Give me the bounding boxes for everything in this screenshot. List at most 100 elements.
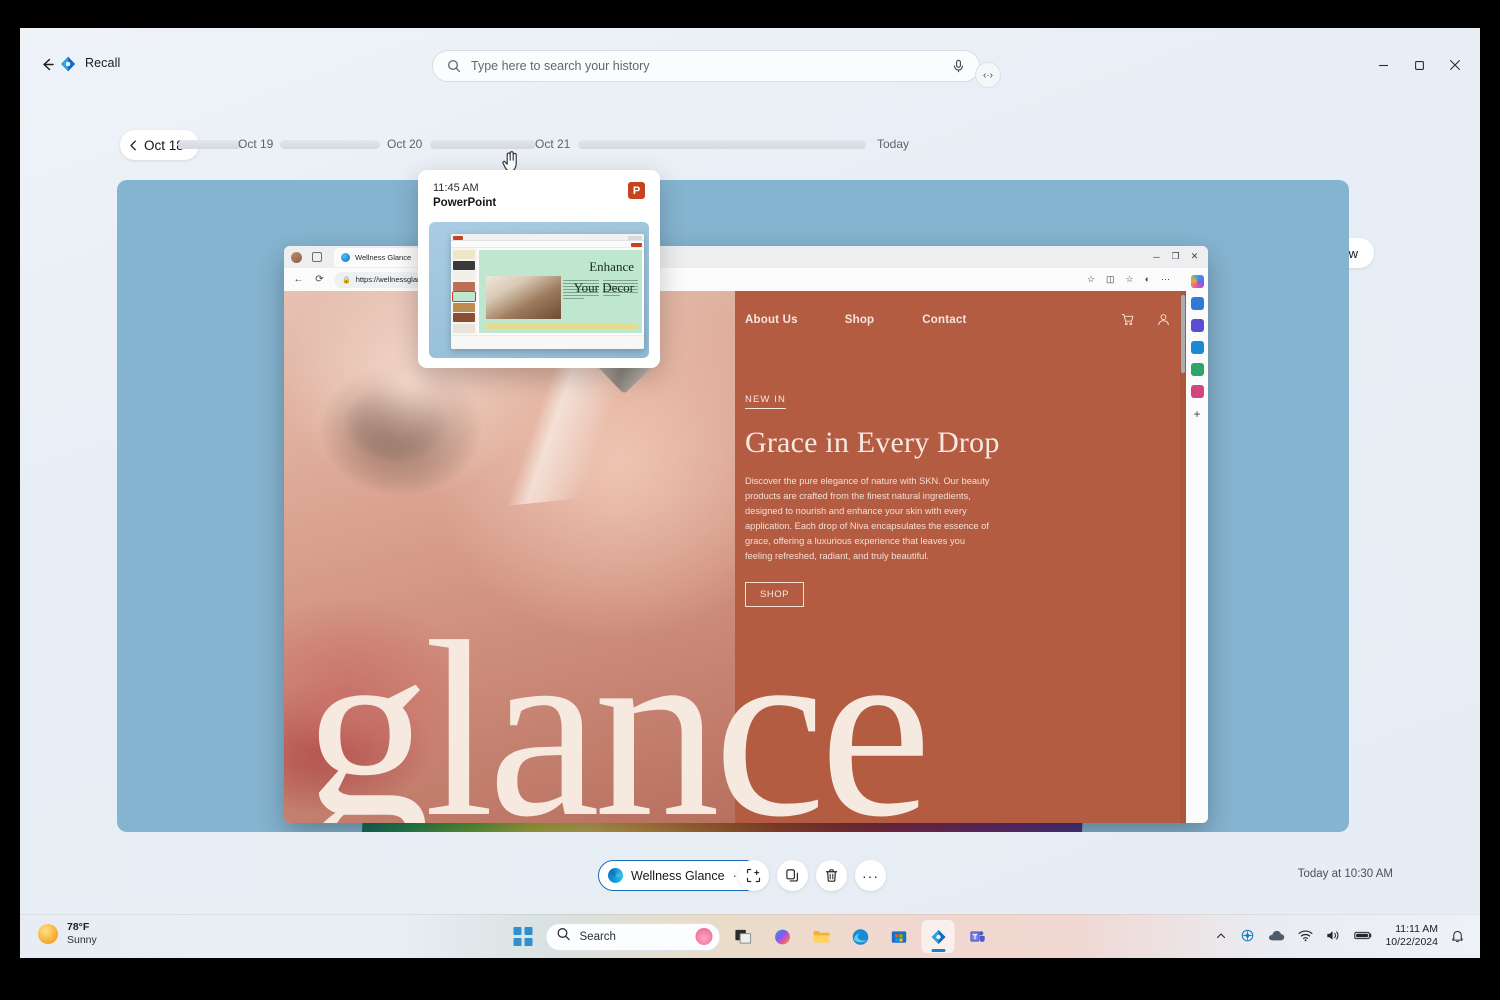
games-icon[interactable] — [1190, 385, 1204, 398]
tab-actions-icon[interactable] — [312, 252, 322, 262]
browser-maximize-button[interactable]: ❐ — [1166, 247, 1185, 266]
outlook-icon[interactable] — [1190, 341, 1204, 354]
battery-icon[interactable] — [1354, 930, 1372, 941]
webpage-content: About Us Shop Contact NEW IN Grace in Ev… — [284, 291, 1186, 823]
snapshot-action-bar: Wellness Glance ··· ··· — [20, 852, 1480, 904]
browser-minimize-button[interactable]: ─ — [1147, 247, 1166, 266]
search-input[interactable]: Type here to search your history — [432, 50, 980, 82]
microsoft-store-icon[interactable] — [883, 920, 916, 953]
hover-card-app-name: PowerPoint — [433, 197, 497, 209]
cart-icon[interactable] — [1121, 313, 1134, 326]
browser-essentials-icon[interactable]: ◐ — [1145, 274, 1150, 285]
delete-icon[interactable] — [816, 860, 847, 891]
timeline-segment[interactable] — [430, 140, 536, 149]
cloud-icon[interactable] — [1268, 929, 1285, 942]
close-button[interactable] — [1438, 50, 1472, 80]
hero-panel: About Us Shop Contact NEW IN Grace in Ev… — [735, 291, 1186, 823]
file-explorer-icon[interactable] — [805, 920, 838, 953]
search-icon — [447, 59, 461, 73]
ppt-slide-rail — [451, 248, 477, 335]
ppt-slide-footer-bar — [485, 323, 638, 329]
clock-time: 11:11 AM — [1395, 923, 1438, 935]
settings-more-icon[interactable]: ⋯ — [1161, 274, 1170, 285]
show-hidden-icons-icon[interactable] — [1215, 930, 1227, 942]
timeline-segment[interactable] — [578, 140, 866, 149]
browser-close-button[interactable]: ✕ — [1185, 247, 1204, 266]
snapshot-app-chip[interactable]: Wellness Glance ··· — [598, 860, 761, 891]
expand-search-button[interactable]: ‹·› — [975, 62, 1001, 88]
more-options-icon[interactable]: ··· — [855, 860, 886, 891]
teams-icon[interactable] — [961, 920, 994, 953]
lotus-icon[interactable] — [695, 928, 713, 945]
hero-section: NEW IN Grace in Every Drop Discover the … — [735, 317, 1186, 608]
maximize-button[interactable] — [1402, 50, 1436, 80]
recall-icon — [58, 54, 78, 74]
account-icon[interactable] — [1157, 313, 1170, 326]
taskbar-search-placeholder: Search — [579, 930, 616, 943]
site-favicon — [341, 252, 350, 262]
browser-tab-title: Wellness Glance — [355, 252, 412, 262]
nav-about-us[interactable]: About Us — [745, 314, 798, 326]
powerpoint-icon: P — [628, 182, 645, 199]
profile-avatar[interactable] — [291, 251, 302, 263]
recall-header: Recall Type here to search your history … — [20, 28, 1480, 100]
ppt-slide: Enhance Your Decor — [479, 250, 642, 333]
timeline-scrubber[interactable]: Oct 18 Oct 19 Oct 20 Oct 21 Today Now — [20, 126, 1480, 268]
windows-taskbar: 78°F Sunny Search 11:11 AM 10/22/2024 — [20, 914, 1480, 958]
hover-card-thumbnail[interactable]: Enhance Your Decor — [429, 222, 649, 358]
wifi-icon[interactable] — [1298, 929, 1313, 942]
nav-contact[interactable]: Contact — [922, 314, 966, 326]
timeline-segment[interactable] — [280, 140, 380, 149]
office-icon[interactable] — [1190, 319, 1204, 332]
timeline-label-oct19: Oct 19 — [238, 137, 274, 151]
taskbar-clock[interactable]: 11:11 AM 10/22/2024 — [1385, 923, 1438, 949]
weather-temperature: 78°F — [67, 921, 90, 933]
hero-title: Grace in Every Drop — [745, 426, 1000, 459]
add-icon[interactable]: + — [1191, 407, 1204, 421]
shopping-icon[interactable] — [1190, 297, 1204, 310]
search-icon — [557, 927, 571, 946]
taskbar-weather-widget[interactable]: 78°F Sunny — [38, 921, 97, 947]
clock-date: 10/22/2024 — [1385, 935, 1438, 948]
shop-button[interactable]: SHOP — [745, 582, 804, 608]
copy-icon[interactable] — [777, 860, 808, 891]
browser-back-icon[interactable]: ← — [292, 273, 305, 286]
task-view-icon[interactable] — [727, 920, 760, 953]
microphone-icon[interactable] — [952, 59, 965, 73]
nav-shop[interactable]: Shop — [845, 314, 875, 326]
notification-bell-icon[interactable] — [1451, 929, 1464, 943]
browser-scrollbar[interactable] — [1180, 291, 1186, 823]
snapshot-canvas[interactable]: Wellness Glance ✕ ─ ❐ ✕ ← ⟳ 🔒 https://we… — [117, 180, 1349, 832]
tools-icon[interactable] — [1190, 363, 1204, 376]
search-placeholder: Type here to search your history — [471, 59, 650, 73]
start-icon[interactable] — [507, 920, 540, 953]
copilot-icon[interactable] — [1190, 275, 1204, 288]
hover-card-time: 11:45 AM — [433, 182, 479, 194]
lock-icon: 🔒 — [342, 276, 351, 284]
snapshot-timestamp: Today at 10:30 AM — [1297, 868, 1393, 880]
recall-icon[interactable] — [921, 920, 955, 953]
timeline-segment[interactable] — [178, 140, 242, 149]
minimize-button[interactable] — [1366, 50, 1400, 80]
collections-icon[interactable]: ☆ — [1125, 274, 1133, 285]
split-screen-icon[interactable]: ◫ — [1106, 274, 1115, 285]
onedrive-icon[interactable] — [1240, 928, 1255, 943]
site-navigation: About Us Shop Contact — [735, 313, 1186, 326]
snapshot-app-name: Wellness Glance — [631, 868, 725, 883]
timeline-label-today: Today — [877, 137, 910, 151]
copilot-icon[interactable] — [766, 920, 799, 953]
timeline-label-oct20: Oct 20 — [387, 137, 423, 151]
edge-icon — [608, 868, 623, 883]
volume-icon[interactable] — [1326, 929, 1341, 942]
hero-eyebrow: NEW IN — [745, 394, 786, 409]
browser-refresh-icon[interactable]: ⟳ — [313, 273, 326, 286]
click-to-do-icon[interactable] — [738, 860, 769, 891]
favorites-icon[interactable]: ☆ — [1087, 274, 1095, 285]
back-arrow-icon[interactable] — [33, 50, 61, 78]
timeline-hover-card[interactable]: 11:45 AM PowerPoint P Enhance Your Decor — [418, 170, 660, 368]
browser-window-controls: ─ ❐ ✕ — [1147, 247, 1204, 266]
ppt-titlebar — [451, 234, 644, 241]
weather-condition: Sunny — [67, 934, 97, 947]
taskbar-search-box[interactable]: Search — [545, 922, 721, 951]
edge-icon[interactable] — [844, 920, 877, 953]
